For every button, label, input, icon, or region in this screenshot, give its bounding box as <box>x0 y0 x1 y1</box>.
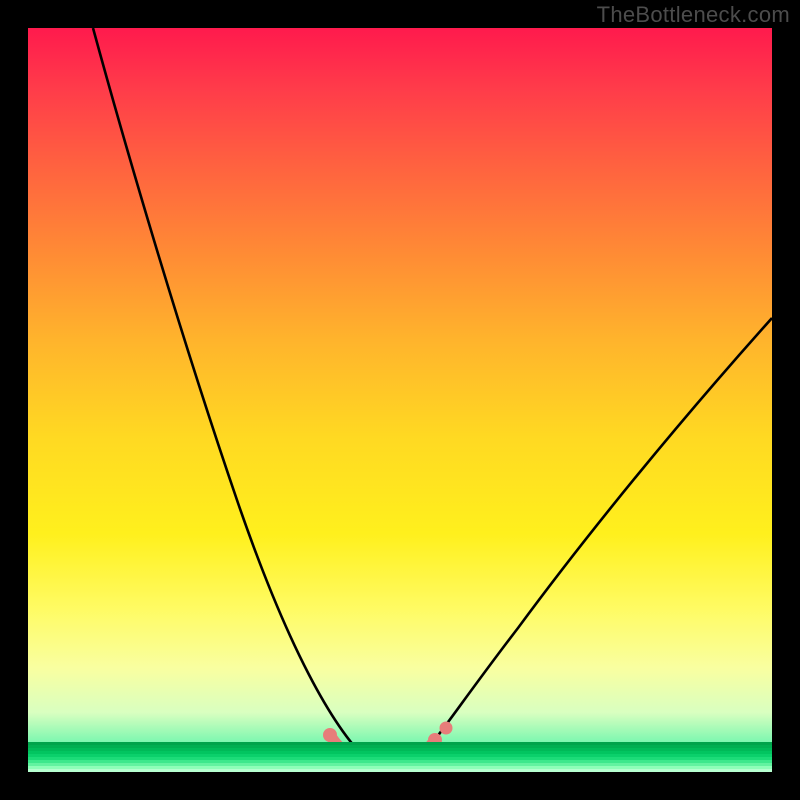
valley-gap-dot <box>440 722 453 735</box>
valley-markers <box>323 728 442 772</box>
chart-plot-area <box>28 28 772 772</box>
left-curve <box>93 28 368 761</box>
curve-layer <box>28 28 772 772</box>
right-curve <box>418 318 772 761</box>
watermark-text: TheBottleneck.com <box>597 2 790 28</box>
